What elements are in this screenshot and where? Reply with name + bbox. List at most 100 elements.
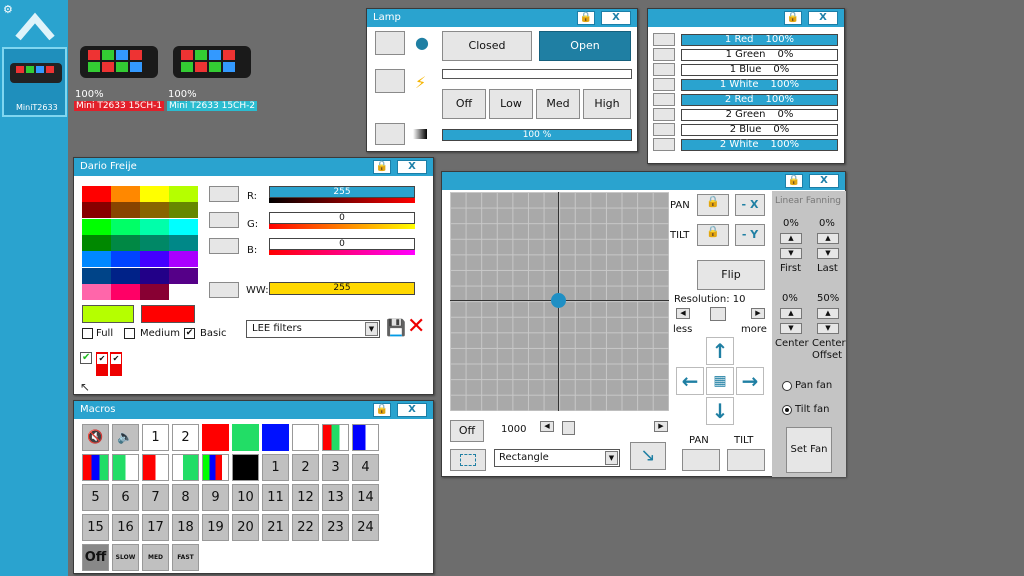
macro-number-button[interactable]: 16 xyxy=(112,514,139,541)
closed-button[interactable]: Closed xyxy=(442,31,532,61)
arrow-right-icon[interactable]: → xyxy=(736,367,764,395)
arrow-up-icon[interactable]: ↑ xyxy=(706,337,734,365)
palette-swatch[interactable] xyxy=(140,267,169,284)
first-up-button[interactable]: ▲ xyxy=(780,233,802,244)
pan-button[interactable] xyxy=(682,449,720,471)
lamp-toggle-button[interactable] xyxy=(375,31,405,55)
macro-number-button[interactable]: 21 xyxy=(262,514,289,541)
tilt-lock-icon[interactable]: 🔒 xyxy=(697,224,729,246)
macro-number-button[interactable]: 17 xyxy=(142,514,169,541)
macro-off-button[interactable]: Off xyxy=(82,544,109,571)
channel-bar[interactable]: 2 Green 0% xyxy=(681,109,838,121)
macro-bw[interactable] xyxy=(352,424,379,451)
macro-number-button[interactable]: 13 xyxy=(322,484,349,511)
palette-swatch[interactable] xyxy=(82,234,111,251)
macro-number-button[interactable]: 18 xyxy=(172,514,199,541)
power-toggle-button[interactable] xyxy=(375,69,405,93)
intensity-bar[interactable]: 100 % xyxy=(442,129,632,141)
r-toggle-button[interactable] xyxy=(209,186,239,202)
macro-rbg[interactable] xyxy=(82,454,109,481)
medium-checkbox[interactable] xyxy=(124,328,135,339)
channel-toggle-button[interactable] xyxy=(653,78,675,91)
channel-bar[interactable]: 1 White 100% xyxy=(681,79,838,91)
red-channel-check-2[interactable]: ✔ xyxy=(110,352,122,376)
palette-swatch[interactable] xyxy=(140,234,169,251)
tilt-fan-radio[interactable] xyxy=(782,405,792,415)
macro-number-button[interactable]: 23 xyxy=(322,514,349,541)
speaker-icon[interactable]: 🔈 xyxy=(112,424,139,451)
lock-icon[interactable]: 🔒 xyxy=(577,11,595,25)
g-toggle-button[interactable] xyxy=(209,212,239,228)
palette-swatch[interactable] xyxy=(140,218,169,235)
palette-swatch[interactable] xyxy=(169,202,198,219)
power-bar[interactable] xyxy=(442,69,632,79)
channel-bar[interactable]: 2 Blue 0% xyxy=(681,124,838,136)
off-button[interactable]: Off xyxy=(450,420,484,442)
resolution-less-button[interactable]: ◀ xyxy=(676,308,690,319)
palette-swatch[interactable] xyxy=(169,218,198,235)
close-button[interactable]: X xyxy=(397,160,427,174)
macro-black[interactable] xyxy=(232,454,259,481)
palette-swatch[interactable] xyxy=(82,267,111,284)
b-bar[interactable]: 0 xyxy=(269,238,415,250)
last-down-button[interactable]: ▼ xyxy=(817,248,839,259)
first-down-button[interactable]: ▼ xyxy=(780,248,802,259)
flip-button[interactable]: Flip xyxy=(697,260,765,290)
palette-swatch[interactable] xyxy=(111,186,140,202)
macro-number-button[interactable]: 9 xyxy=(202,484,229,511)
resolution-slider[interactable] xyxy=(710,307,726,321)
channel-toggle-button[interactable] xyxy=(653,63,675,76)
off-button[interactable]: Off xyxy=(442,89,486,119)
center-down-button[interactable]: ▼ xyxy=(780,323,802,334)
open-button[interactable]: Open xyxy=(539,31,631,61)
g-bar[interactable]: 0 xyxy=(269,212,415,224)
macro-slow-button[interactable]: SLOW xyxy=(112,544,139,571)
high-button[interactable]: High xyxy=(583,89,631,119)
palette-swatch[interactable] xyxy=(169,234,198,251)
macro-sound-2[interactable]: 2 xyxy=(172,424,199,451)
palette-swatch[interactable] xyxy=(111,267,140,284)
b-toggle-button[interactable] xyxy=(209,238,239,254)
macro-med-button[interactable]: MED xyxy=(142,544,169,571)
med-button[interactable]: Med xyxy=(536,89,580,119)
macro-number-button[interactable]: 15 xyxy=(82,514,109,541)
fixture-tile-1[interactable]: 100% Mini T2633 15CH-1 xyxy=(74,34,165,114)
macro-green[interactable] xyxy=(232,424,259,451)
dimmer-toggle-button[interactable] xyxy=(375,123,405,145)
macro-number-button[interactable]: 8 xyxy=(172,484,199,511)
pan-lock-icon[interactable]: 🔒 xyxy=(697,194,729,216)
speed-left-button[interactable]: ◀ xyxy=(540,421,554,432)
macro-number-button[interactable]: 7 xyxy=(142,484,169,511)
palette-swatch[interactable] xyxy=(111,202,140,219)
primary-color-swatch[interactable] xyxy=(82,305,134,323)
palette-swatch[interactable] xyxy=(111,218,140,235)
pan-fan-radio[interactable] xyxy=(782,381,792,391)
position-dot[interactable] xyxy=(551,293,566,308)
palette-swatch[interactable] xyxy=(82,202,111,219)
save-icon[interactable]: 💾 xyxy=(386,318,406,337)
red-channel-check[interactable]: ✔ xyxy=(96,352,108,376)
palette-swatch[interactable] xyxy=(111,251,140,268)
channel-bar[interactable]: 2 White 100% xyxy=(681,139,838,151)
resolution-more-button[interactable]: ▶ xyxy=(751,308,765,319)
ww-toggle-button[interactable] xyxy=(209,282,239,298)
macro-number-button[interactable]: 3 xyxy=(322,454,349,481)
r-bar[interactable]: 255 xyxy=(269,186,415,198)
palette-swatch[interactable] xyxy=(169,251,198,268)
lock-icon[interactable]: 🔒 xyxy=(373,403,391,417)
color-palette[interactable] xyxy=(82,186,198,300)
macro-number-button[interactable]: 24 xyxy=(352,514,379,541)
shape-dropdown[interactable]: Rectangle ▼ xyxy=(494,449,620,467)
palette-swatch[interactable] xyxy=(140,186,169,202)
macro-rgw[interactable] xyxy=(322,424,349,451)
close-button[interactable]: X xyxy=(601,11,631,25)
delete-icon[interactable]: ✕ xyxy=(407,316,425,338)
palette-swatch[interactable] xyxy=(111,234,140,251)
filter-dropdown[interactable]: LEE filters ▼ xyxy=(246,320,380,338)
macro-blue[interactable] xyxy=(262,424,289,451)
palette-swatch[interactable] xyxy=(82,186,111,202)
macro-number-button[interactable]: 14 xyxy=(352,484,379,511)
speed-right-button[interactable]: ▶ xyxy=(654,421,668,432)
macro-wg[interactable] xyxy=(172,454,199,481)
channel-toggle-button[interactable] xyxy=(653,138,675,151)
